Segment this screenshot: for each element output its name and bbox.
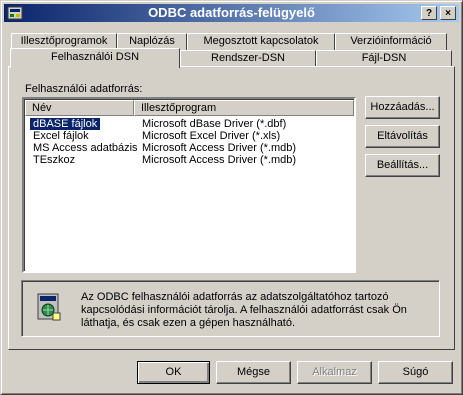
tab-user-dsn[interactable]: Felhasználói DSN — [10, 48, 180, 68]
info-box: Az ODBC felhasználói adatforrás az adats… — [21, 280, 440, 337]
ok-button[interactable]: OK — [137, 361, 210, 384]
list-item-name: Excel fájlok — [33, 130, 89, 142]
add-button[interactable]: Hozzáadás... — [365, 96, 440, 119]
configure-button-label: Beállítás... — [376, 159, 429, 171]
list-item[interactable]: Excel fájlok Microsoft Excel Driver (*.x… — [26, 130, 352, 142]
list-item-driver: Microsoft Access Driver (*.mdb) — [142, 154, 297, 166]
apply-button[interactable]: Alkalmaz — [297, 361, 372, 384]
help-button[interactable]: Súgó — [378, 361, 453, 384]
list-item-driver: Microsoft Excel Driver (*.xls) — [142, 130, 281, 142]
tab-connection-pooling[interactable]: Megosztott kapcsolatok — [187, 33, 335, 50]
dialog-window: ODBC adatforrás-felügyelő ? × Illesztőpr… — [0, 0, 463, 395]
info-text: Az ODBC felhasználói adatforrás az adats… — [81, 291, 407, 329]
list-item[interactable]: MS Access adatbázis Microsoft Access Dri… — [26, 142, 352, 154]
tab-file-dsn[interactable]: Fájl-DSN — [316, 50, 452, 67]
help-title-button[interactable]: ? — [421, 6, 437, 20]
help-button-label: Súgó — [402, 366, 429, 378]
ok-button-label: OK — [165, 366, 182, 378]
list-item-name: TEszkoz — [33, 154, 76, 166]
window-title: ODBC adatforrás-felügyelő — [148, 5, 315, 20]
list-item-driver: Microsoft dBase Driver (*.dbf) — [142, 118, 287, 130]
title-bar[interactable]: ODBC adatforrás-felügyelő ? × — [4, 4, 459, 22]
data-source-list[interactable]: Név Illesztőprogram dBASE fájlok Microso… — [22, 97, 356, 273]
remove-button[interactable]: Eltávolítás — [365, 125, 440, 148]
list-item[interactable]: dBASE fájlok Microsoft dBase Driver (*.d… — [26, 118, 352, 130]
cancel-button[interactable]: Mégse — [216, 361, 291, 384]
tab-system-dsn[interactable]: Rendszer-DSN — [180, 50, 316, 67]
list-item-name: dBASE fájlok — [30, 118, 101, 130]
close-title-button[interactable]: × — [440, 6, 456, 20]
apply-button-label: Alkalmaz — [312, 366, 357, 378]
list-item[interactable]: TEszkoz Microsoft Access Driver (*.mdb) — [26, 154, 352, 166]
list-item-name: MS Access adatbázis — [33, 142, 138, 154]
list-item-driver: Microsoft Access Driver (*.mdb) — [142, 142, 297, 154]
user-data-sources-label: Felhasználói adatforrás: — [25, 83, 143, 95]
configure-button[interactable]: Beállítás... — [365, 154, 440, 177]
column-header-name[interactable]: Név — [25, 100, 134, 116]
cancel-button-label: Mégse — [236, 366, 271, 378]
column-header-driver[interactable]: Illesztőprogram — [134, 100, 354, 116]
data-source-info-icon — [37, 293, 61, 321]
remove-button-label: Eltávolítás — [377, 130, 428, 142]
tab-about[interactable]: Verzióinformáció — [335, 33, 447, 50]
add-button-label: Hozzáadás... — [370, 101, 435, 113]
